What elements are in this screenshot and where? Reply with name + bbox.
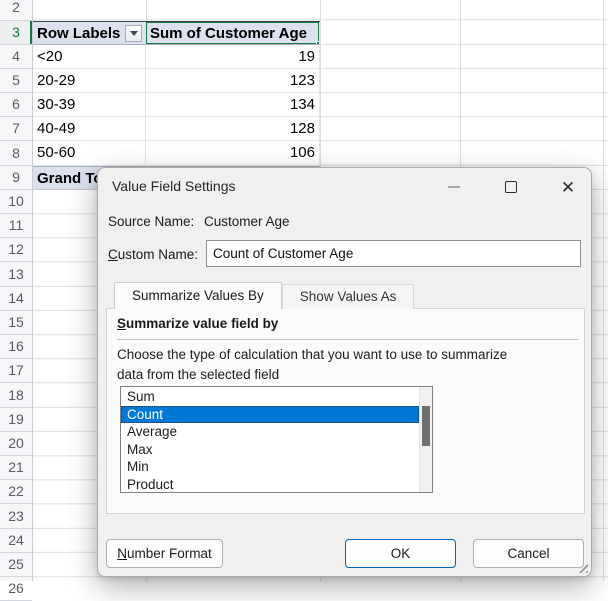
calc-option-product[interactable]: Product [121,476,419,494]
calc-option-count[interactable]: Count [121,406,419,424]
description-line-2: data from the selected field [117,367,279,382]
pivot-row-label[interactable]: 50-60 [33,141,146,165]
row-header-16[interactable]: 16 [0,335,32,359]
row-header-10[interactable]: 10 [0,190,32,214]
tab-summarize-values-by[interactable]: Summarize Values By [114,282,282,309]
window-controls: ✕ [439,173,583,201]
row-header-8[interactable]: 8 [0,142,32,166]
filter-dropdown-icon [130,31,138,36]
maximize-button[interactable] [496,173,526,201]
row-header-23[interactable]: 23 [0,505,32,529]
source-name-label: Source Name: [108,214,194,229]
cancel-button[interactable]: Cancel [473,539,584,568]
row-header-column: 2345678910111213141516171819202122232425… [0,0,33,581]
listbox-scrollbar-thumb[interactable] [422,406,430,446]
row-header-20[interactable]: 20 [0,432,32,456]
pivot-row: 40-49128 [33,117,320,141]
row-header-15[interactable]: 15 [0,311,32,335]
pivot-row-value[interactable]: 123 [146,69,320,93]
row-header-21[interactable]: 21 [0,456,32,480]
value-field-settings-dialog: Value Field Settings ✕ Source Name: Cust… [97,167,592,577]
pivot-row: 30-39134 [33,93,320,117]
tab-show-values-as[interactable]: Show Values As [282,284,415,309]
maximize-icon [505,181,517,193]
close-button[interactable]: ✕ [553,173,583,201]
pivot-row-label[interactable]: <20 [33,45,146,69]
pivot-row-label[interactable]: 20-29 [33,69,146,93]
row-header-7[interactable]: 7 [0,117,32,141]
row-header-19[interactable]: 19 [0,408,32,432]
sheet-gridline-vertical [603,0,604,581]
dialog-tabs: Summarize Values By Show Values As [114,282,414,309]
section-title: Summarize value field by [117,316,278,331]
pivot-row-label[interactable]: 40-49 [33,117,146,141]
row-header-24[interactable]: 24 [0,529,32,553]
sum-header-text: Sum of Customer Age [150,25,307,42]
close-icon: ✕ [561,179,575,196]
calc-option-max[interactable]: Max [121,441,419,459]
row-header-22[interactable]: 22 [0,480,32,504]
minimize-button[interactable] [439,173,469,201]
calc-option-average[interactable]: Average [121,423,419,441]
pivot-row-value[interactable]: 106 [146,141,320,165]
row-labels-text: Row Labels [37,25,120,42]
dialog-title: Value Field Settings [112,178,235,194]
pivot-row-value[interactable]: 19 [146,45,320,69]
pivot-row: 20-29123 [33,69,320,93]
row-header-9[interactable]: 9 [0,166,32,190]
calc-option-sum[interactable]: Sum [121,388,419,406]
row-header-18[interactable]: 18 [0,384,32,408]
pivot-row-value[interactable]: 128 [146,117,320,141]
calc-option-min[interactable]: Min [121,458,419,476]
row-header-14[interactable]: 14 [0,287,32,311]
pivot-row: 50-60106 [33,141,320,165]
row-header-11[interactable]: 11 [0,214,32,238]
source-name-value: Customer Age [204,214,290,229]
listbox-scrollbar[interactable] [419,387,432,492]
ok-button[interactable]: OK [345,539,456,568]
row-header-5[interactable]: 5 [0,69,32,93]
calculation-listbox[interactable]: SumCountAverageMaxMinProduct [120,386,433,493]
row-header-6[interactable]: 6 [0,93,32,117]
row-header-4[interactable]: 4 [0,45,32,69]
row-header-12[interactable]: 12 [0,238,32,262]
row-header-17[interactable]: 17 [0,359,32,383]
pivot-table: Row Labels Sum of Customer Age <201920-2… [33,21,320,190]
description-line-1: Choose the type of calculation that you … [117,347,507,362]
pivot-row-label[interactable]: 30-39 [33,93,146,117]
custom-name-label: Custom Name: [108,247,198,262]
pivot-body: <201920-2912330-3913440-4912850-60106 [33,45,320,166]
pivot-header-row-labels[interactable]: Row Labels [33,22,146,45]
minimize-icon [448,186,460,188]
summarize-values-panel: Summarize value field by Choose the type… [106,308,585,514]
pivot-header-sum-of-customer-age[interactable]: Sum of Customer Age [146,22,320,45]
selection-fill-handle[interactable] [316,41,320,45]
pivot-row: <2019 [33,45,320,69]
row-header-13[interactable]: 13 [0,263,32,287]
pivot-row-value[interactable]: 134 [146,93,320,117]
section-divider [117,339,578,340]
row-labels-filter-button[interactable] [125,25,142,42]
number-format-button[interactable]: Number Format [106,539,223,568]
row-header-2[interactable]: 2 [0,0,32,21]
row-header-25[interactable]: 25 [0,553,32,577]
row-header-3[interactable]: 3 [0,21,32,45]
custom-name-input[interactable] [206,240,581,267]
pivot-header-row: Row Labels Sum of Customer Age [33,21,320,45]
